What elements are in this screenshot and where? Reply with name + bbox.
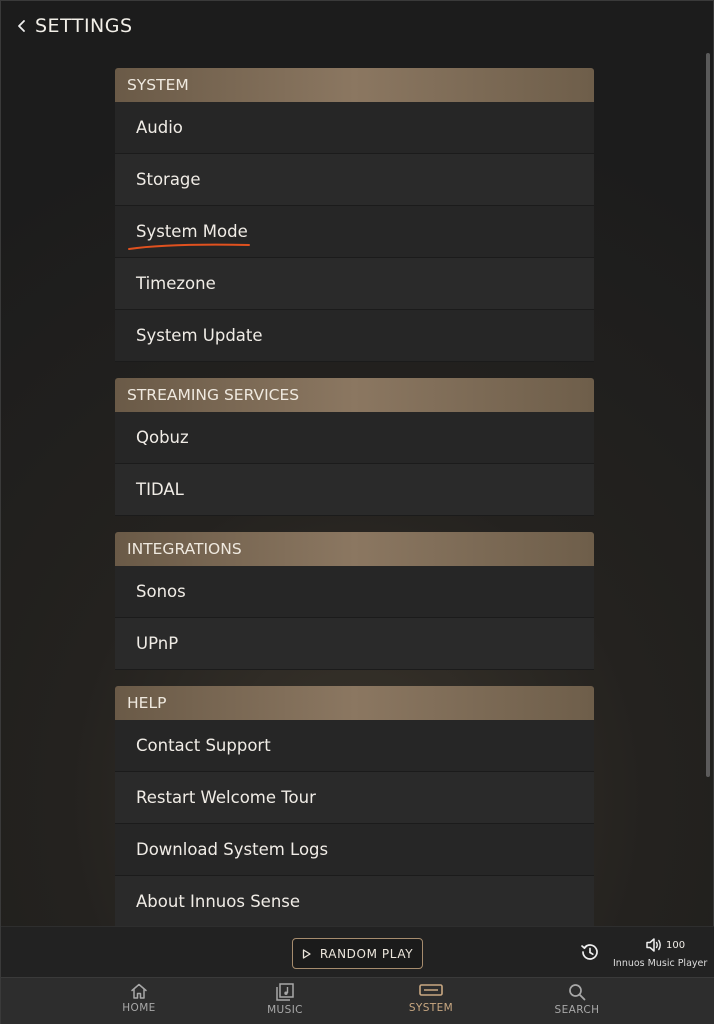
handwritten-underline: [128, 243, 250, 250]
random-play-button[interactable]: RANDOM PLAY: [292, 938, 423, 969]
settings-item-system-update[interactable]: System Update: [115, 310, 594, 362]
item-label: System Mode: [136, 222, 248, 241]
play-icon: [302, 948, 311, 959]
nav-system-label: SYSTEM: [408, 1002, 454, 1014]
item-label: Contact Support: [136, 736, 271, 755]
back-button[interactable]: [13, 17, 31, 35]
settings-item-qobuz[interactable]: Qobuz: [115, 412, 594, 464]
section-system: SYSTEM Audio Storage System Mode Timezon…: [115, 68, 594, 362]
item-label: About Innuos Sense: [136, 892, 301, 911]
item-label: Download System Logs: [136, 840, 329, 859]
section-help: HELP Contact Support Restart Welcome Tou…: [115, 686, 594, 926]
section-streaming-services: STREAMING SERVICES Qobuz TIDAL: [115, 378, 594, 516]
nav-home-label: HOME: [122, 1002, 156, 1014]
item-label: System Update: [136, 326, 263, 345]
chevron-left-icon: [18, 20, 25, 32]
home-icon: [131, 983, 147, 999]
settings-item-download-system-logs[interactable]: Download System Logs: [115, 824, 594, 876]
music-icon: [276, 983, 294, 1001]
settings-item-timezone[interactable]: Timezone: [115, 258, 594, 310]
settings-item-about[interactable]: About Innuos Sense: [115, 876, 594, 926]
nav-search[interactable]: SEARCH: [527, 982, 627, 1024]
item-label: Sonos: [136, 582, 186, 601]
settings-list: SYSTEM Audio Storage System Mode Timezon…: [115, 68, 594, 926]
speaker-icon: [646, 938, 661, 952]
section-header: HELP: [115, 686, 594, 720]
scrollbar[interactable]: [706, 53, 710, 777]
section-header: INTEGRATIONS: [115, 532, 594, 566]
top-bar: SETTINGS: [1, 1, 714, 51]
search-icon: [569, 984, 586, 1001]
volume-control[interactable]: 100: [645, 937, 685, 953]
volume-level: 100: [666, 939, 686, 951]
settings-item-sonos[interactable]: Sonos: [115, 566, 594, 618]
nav-music[interactable]: MUSIC: [235, 982, 335, 1024]
settings-item-contact-support[interactable]: Contact Support: [115, 720, 594, 772]
settings-item-storage[interactable]: Storage: [115, 154, 594, 206]
section-integrations: INTEGRATIONS Sonos UPnP: [115, 532, 594, 670]
item-label: Audio: [136, 118, 183, 137]
settings-item-audio[interactable]: Audio: [115, 102, 594, 154]
section-header: STREAMING SERVICES: [115, 378, 594, 412]
nav-home[interactable]: HOME: [89, 982, 189, 1024]
section-header: SYSTEM: [115, 68, 594, 102]
settings-screen: SETTINGS SYSTEM Audio Storage System Mod…: [0, 0, 714, 1024]
item-label: UPnP: [136, 634, 179, 653]
settings-item-system-mode[interactable]: System Mode: [115, 206, 594, 258]
item-label: TIDAL: [136, 480, 184, 499]
system-icon: [419, 984, 443, 996]
settings-item-upnp[interactable]: UPnP: [115, 618, 594, 670]
history-button[interactable]: [579, 941, 601, 963]
settings-item-tidal[interactable]: TIDAL: [115, 464, 594, 516]
page-title: SETTINGS: [35, 15, 133, 37]
player-bar: RANDOM PLAY 100 Innuos Music Player: [1, 926, 714, 977]
item-label: Storage: [136, 170, 201, 189]
item-label: Qobuz: [136, 428, 189, 447]
nav-system[interactable]: SYSTEM: [381, 982, 481, 1024]
random-play-label: RANDOM PLAY: [319, 946, 414, 961]
history-icon: [581, 944, 598, 960]
player-name[interactable]: Innuos Music Player: [613, 958, 713, 969]
item-label: Restart Welcome Tour: [136, 788, 316, 807]
bottom-nav: HOME MUSIC SYSTEM SEARCH: [1, 977, 714, 1024]
nav-search-label: SEARCH: [554, 1004, 600, 1016]
settings-item-restart-welcome-tour[interactable]: Restart Welcome Tour: [115, 772, 594, 824]
item-label: Timezone: [136, 274, 216, 293]
nav-music-label: MUSIC: [267, 1004, 303, 1016]
